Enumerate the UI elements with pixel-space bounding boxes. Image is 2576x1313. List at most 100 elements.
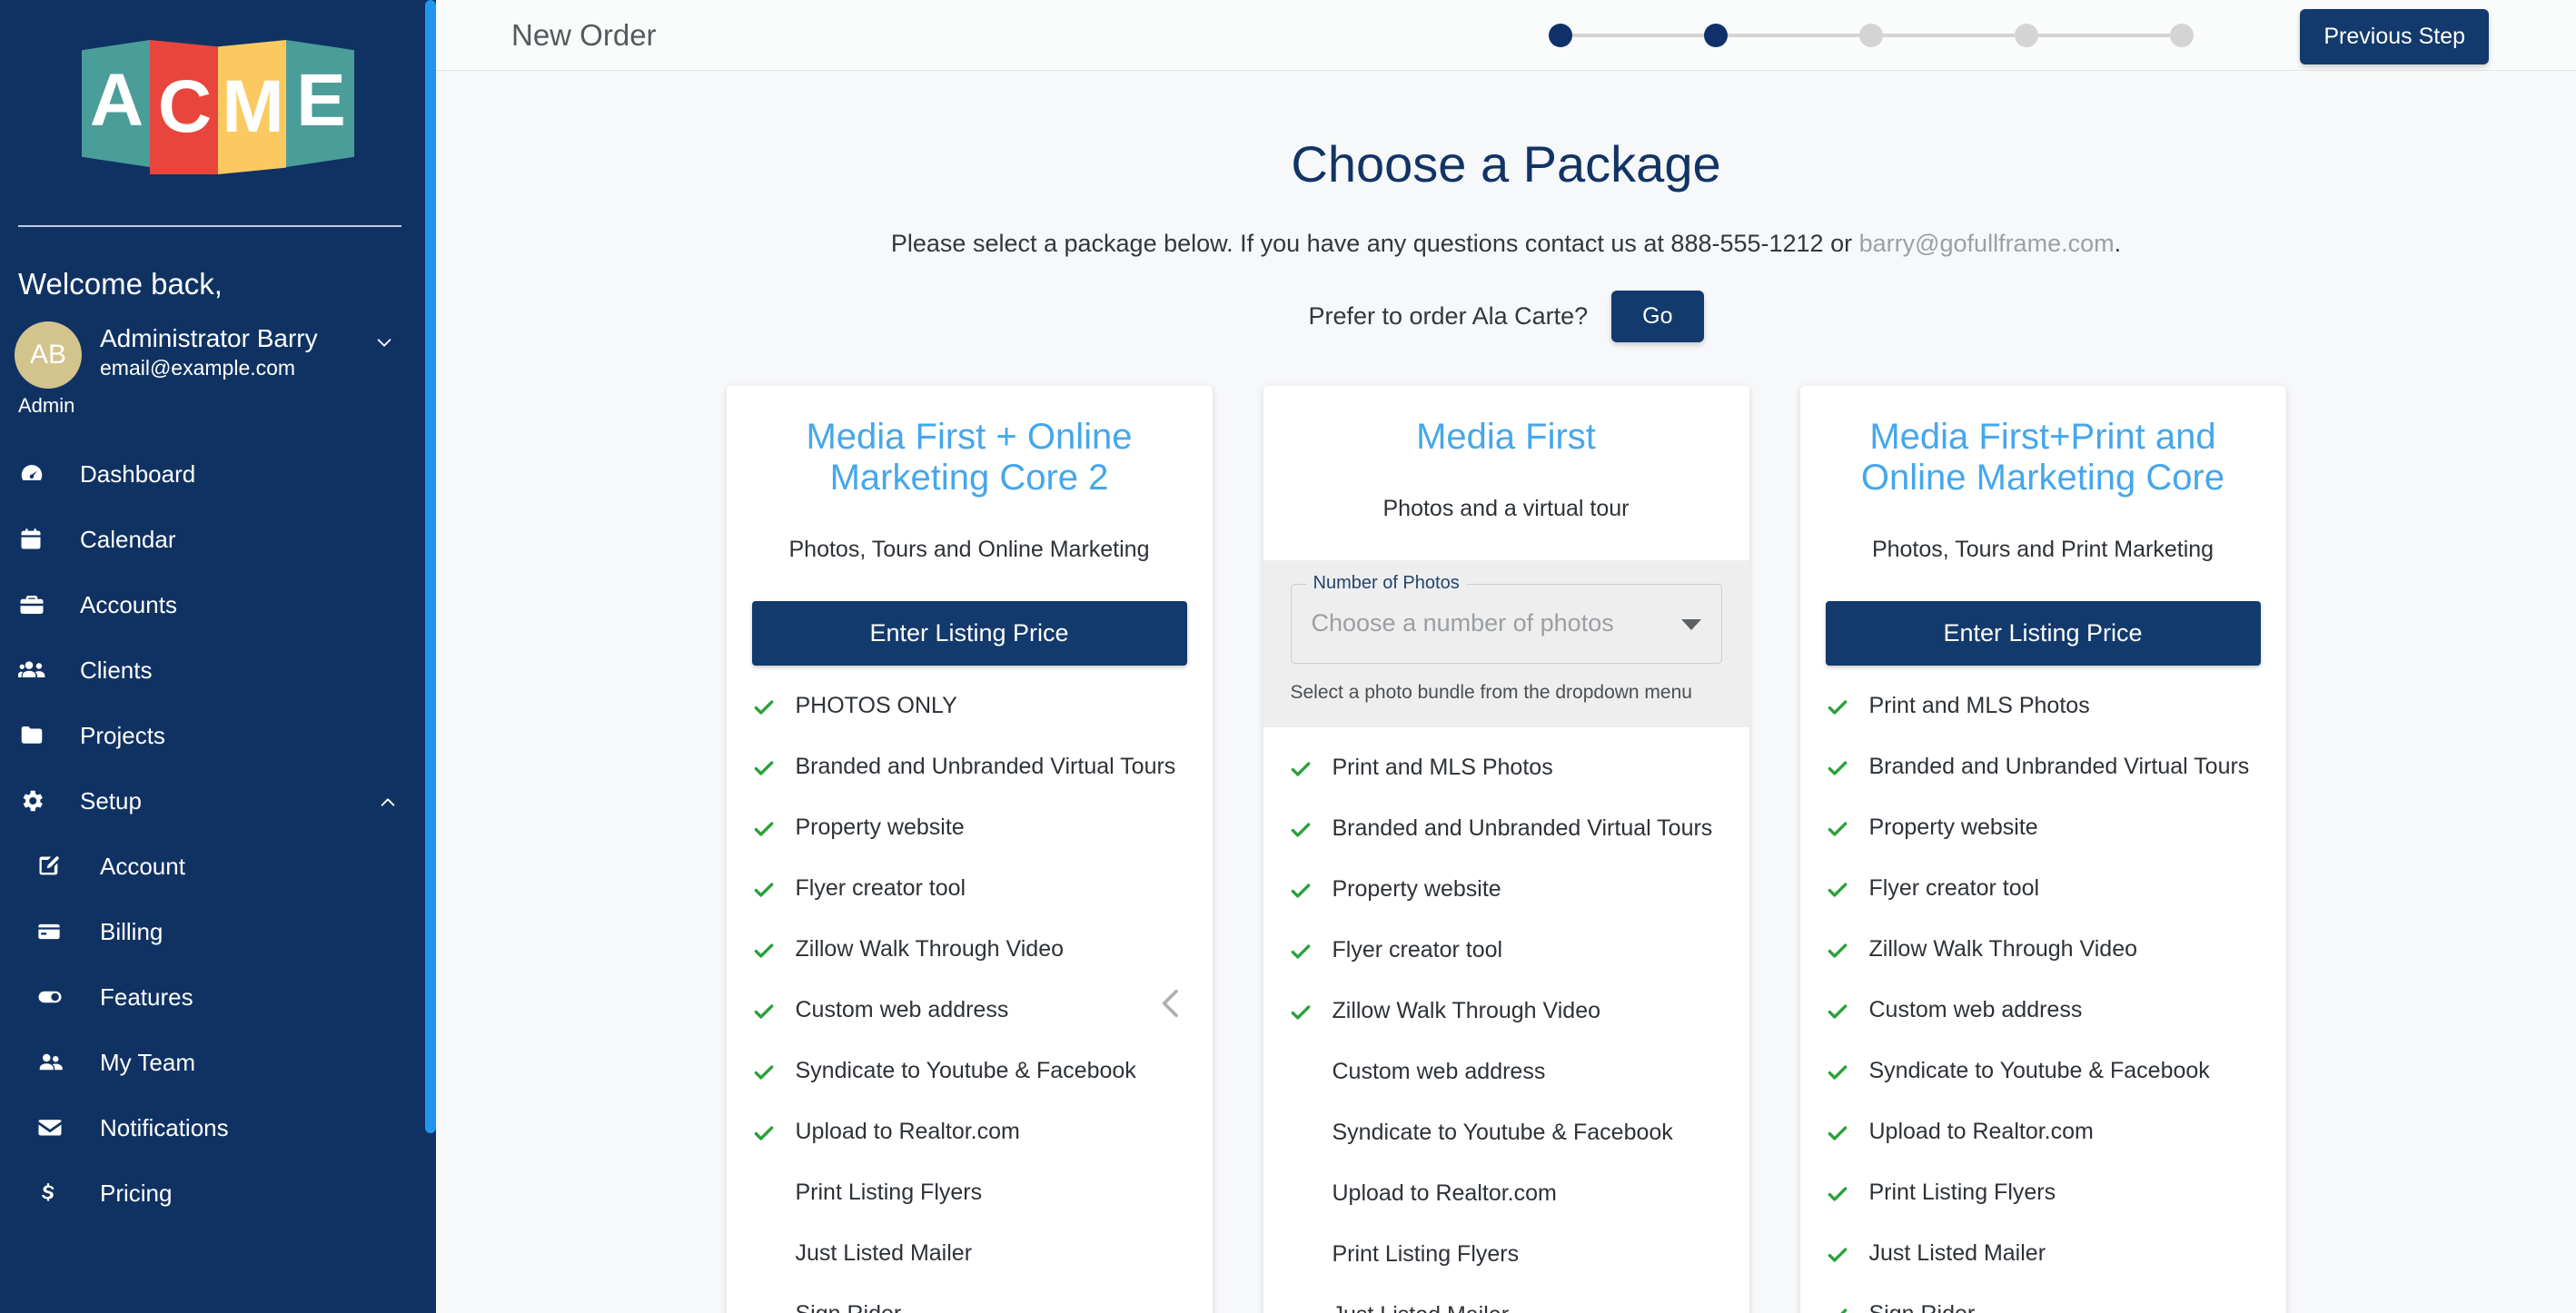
check-icon: [1824, 752, 1866, 780]
step-line-4: [2038, 34, 2170, 37]
feature-label: Zillow Walk Through Video: [1332, 997, 1601, 1023]
select-legend-label: Number of Photos: [1305, 572, 1467, 594]
step-dot-4[interactable]: [2015, 24, 2038, 47]
sidebar-item-label: Calendar: [80, 525, 176, 553]
check-icon: [1824, 995, 1866, 1023]
topbar: New Order Previous Step: [436, 0, 2576, 71]
subtitle-prefix: Please select a package below. If you ha…: [890, 230, 1859, 257]
user-profile[interactable]: AB Admin Administrator Barry email@examp…: [0, 301, 436, 417]
no-check-placeholder: [750, 1239, 792, 1243]
go-button[interactable]: Go: [1611, 291, 1704, 342]
check-icon: [1824, 691, 1866, 719]
feature-label: Property website: [1332, 875, 1501, 902]
sidebar-item-account[interactable]: Account: [0, 834, 436, 899]
step-dot-2[interactable]: [1704, 24, 1728, 47]
package-feature-list: PHOTOS ONLY Branded and Unbranded Virtua…: [727, 666, 1213, 1313]
support-email-link[interactable]: barry@gofullframe.com: [1859, 230, 2115, 257]
feature-label: Print Listing Flyers: [1868, 1179, 2056, 1205]
enter-listing-price-button[interactable]: Enter Listing Price: [1825, 600, 2261, 666]
feature-row: Branded and Unbranded Virtual Tours: [1263, 814, 1749, 864]
no-check-placeholder: [1287, 1239, 1329, 1244]
package-card[interactable]: Media First Photos and a virtual tour Nu…: [1263, 386, 1749, 1313]
feature-row: Sign Rider: [1800, 1299, 2286, 1313]
feature-label: Upload to Realtor.com: [1332, 1180, 1557, 1206]
number-of-photos-select[interactable]: Number of Photos Choose a number of phot…: [1290, 572, 1722, 664]
check-icon: [1287, 996, 1329, 1024]
check-icon: [1824, 813, 1866, 841]
logo-letter-a: A: [82, 40, 150, 167]
content-area: Choose a Package Please select a package…: [436, 71, 2576, 1313]
sidebar-item-label: Projects: [80, 721, 165, 749]
check-icon: [750, 691, 792, 719]
sidebar-item-label: Features: [100, 982, 193, 1011]
feature-row: Just Listed Mailer: [1263, 1300, 1749, 1313]
check-icon: [1824, 874, 1866, 902]
sidebar-item-calendar[interactable]: Calendar: [0, 507, 436, 572]
feature-label: Zillow Walk Through Video: [795, 935, 1065, 962]
feature-label: Just Listed Mailer: [1329, 1300, 1510, 1313]
people-icon: [36, 1049, 76, 1076]
sidebar-item-notifications[interactable]: Notifications: [0, 1095, 436, 1160]
people-group-icon: [18, 656, 58, 685]
sidebar-item-features[interactable]: Features: [0, 964, 436, 1030]
check-icon: [750, 934, 792, 963]
feature-label: Print Listing Flyers: [795, 1179, 983, 1205]
feature-row: Print Listing Flyers: [1800, 1178, 2286, 1229]
acme-logo[interactable]: A C M E: [0, 0, 436, 225]
step-dot-5[interactable]: [2170, 24, 2194, 47]
avatar: AB: [15, 321, 82, 389]
sidebar-item-clients[interactable]: Clients: [0, 637, 436, 703]
step-dot-1[interactable]: [1549, 24, 1572, 47]
package-card-header: Media First+Print and Online Marketing C…: [1800, 386, 2286, 666]
sidebar-item-pricing[interactable]: Pricing: [0, 1160, 436, 1226]
enter-listing-price-button[interactable]: Enter Listing Price: [751, 600, 1187, 666]
feature-label: Sign Rider: [792, 1299, 902, 1313]
sidebar-item-accounts[interactable]: Accounts: [0, 572, 436, 637]
step-dot-3[interactable]: [1859, 24, 1883, 47]
package-card[interactable]: Media First + Online Marketing Core 2 Ph…: [726, 386, 1213, 1313]
feature-label: Print Listing Flyers: [1332, 1240, 1520, 1267]
feature-row: Upload to Realtor.com: [1800, 1117, 2286, 1168]
step-indicator: [1549, 0, 2194, 71]
feature-row: Custom web address: [1263, 1057, 1749, 1108]
sidebar-item-projects[interactable]: Projects: [0, 703, 436, 768]
feature-row: Print and MLS Photos: [1263, 753, 1749, 804]
package-card-header: Media First Photos and a virtual tour: [1263, 386, 1749, 522]
feature-row: Property website: [1263, 874, 1749, 925]
chevron-down-icon[interactable]: [374, 332, 394, 352]
no-check-placeholder: [1287, 1118, 1329, 1122]
check-icon: [1287, 814, 1329, 842]
feature-row: Flyer creator tool: [1800, 874, 2286, 924]
no-check-placeholder: [1287, 1300, 1329, 1305]
step-line-3: [1883, 34, 2015, 37]
credit-card-icon: [36, 919, 76, 944]
sidebar-item-label: Clients: [80, 656, 153, 684]
caret-down-icon[interactable]: [1680, 618, 1701, 630]
feature-label: Syndicate to Youtube & Facebook: [1868, 1057, 2210, 1083]
app-root: A C M E Welcome back, AB Admin Administr…: [0, 0, 2576, 1313]
sidebar-item-label: Setup: [80, 786, 142, 814]
sidebar-item-label: Dashboard: [80, 459, 196, 488]
select-placeholder: Choose a number of photos: [1311, 609, 1614, 637]
chevron-up-icon[interactable]: [378, 793, 398, 813]
sidebar-item-dashboard[interactable]: Dashboard: [0, 441, 436, 507]
check-icon: [1824, 1117, 1866, 1145]
envelope-icon: [36, 1114, 76, 1141]
sidebar-item-setup[interactable]: Setup: [0, 768, 436, 834]
chevron-left-icon[interactable]: [1144, 976, 1199, 1031]
sidebar-item-my-team[interactable]: My Team: [0, 1030, 436, 1095]
previous-step-button[interactable]: Previous Step: [2300, 9, 2489, 64]
sidebar-item-billing[interactable]: Billing: [0, 899, 436, 964]
step-line-2: [1728, 34, 1859, 37]
folder-icon: [18, 722, 58, 749]
sidebar-item-label: Accounts: [80, 590, 177, 618]
package-card[interactable]: Media First+Print and Online Marketing C…: [1799, 386, 2286, 1313]
logo-letter-c: C: [150, 40, 218, 174]
dollar-sign-icon: [36, 1180, 76, 1206]
page-subtitle: Please select a package below. If you ha…: [436, 230, 2576, 258]
check-icon: [750, 1056, 792, 1084]
package-carousel: Media First + Online Marketing Core 2 Ph…: [436, 386, 2576, 1313]
check-icon: [750, 1117, 792, 1145]
package-feature-list: Print and MLS Photos Branded and Unbrand…: [1263, 727, 1749, 1313]
feature-row: Syndicate to Youtube & Facebook: [1800, 1056, 2286, 1107]
